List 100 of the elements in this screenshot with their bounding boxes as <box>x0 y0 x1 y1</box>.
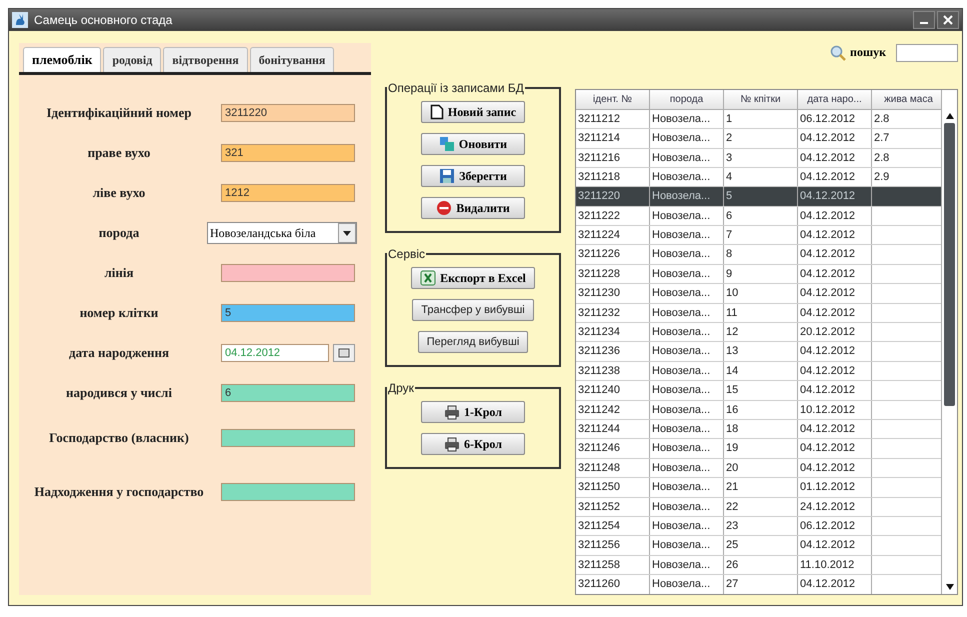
table-cell: Новозела... <box>650 323 724 342</box>
table-cell: 1 <box>724 110 798 128</box>
action-button[interactable]: 6-Крол <box>421 433 525 455</box>
table-row[interactable]: 3211260 Новозела... 27 04.12.2012 <box>576 575 941 594</box>
column-header[interactable]: № кпітки <box>724 90 798 109</box>
group-title: Друк <box>387 381 415 395</box>
table-cell: 10.12.2012 <box>798 400 872 419</box>
table-row[interactable]: 3211250 Новозела... 21 01.12.2012 <box>576 478 941 498</box>
breed-dropdown[interactable]: Новозеландська біла <box>207 222 357 244</box>
action-button[interactable]: Трансфер у вибувші <box>412 299 534 321</box>
tab[interactable]: родовід <box>103 47 162 72</box>
table-cell: 3211240 <box>576 381 650 400</box>
window-title: Самець основного стада <box>34 13 172 27</box>
scrollbar[interactable] <box>941 90 957 594</box>
table-cell: 4 <box>724 168 798 186</box>
table-cell: 7 <box>724 226 798 244</box>
table-cell: 06.12.2012 <box>798 516 872 536</box>
table-cell: 3211258 <box>576 556 650 574</box>
table-cell: 3211222 <box>576 206 650 226</box>
table-cell: 3211250 <box>576 478 650 497</box>
tab[interactable]: племоблік <box>23 47 102 72</box>
table-cell: Новозела... <box>650 400 724 419</box>
calendar-icon <box>338 348 350 358</box>
table-cell: Новозела... <box>650 245 724 264</box>
scroll-thumb[interactable] <box>944 122 955 406</box>
input-field[interactable] <box>221 429 355 447</box>
action-button[interactable]: Новий запис <box>420 101 526 123</box>
table-cell: 3211218 <box>576 168 650 186</box>
tab[interactable]: бонітування <box>250 47 334 72</box>
table-cell: 20 <box>724 458 798 478</box>
action-button[interactable]: Перегляд вибувші <box>418 331 528 353</box>
refresh-icon <box>438 136 455 152</box>
table-cell: Новозела... <box>650 420 724 438</box>
table-cell: Новозела... <box>650 110 724 128</box>
table-cell: 04.12.2012 <box>798 245 872 264</box>
input-field[interactable]: 3211220 <box>221 104 355 122</box>
field-label: Надходження у господарство <box>33 484 205 500</box>
table-cell: 3211230 <box>576 284 650 303</box>
input-field[interactable] <box>221 483 355 501</box>
table-cell: 10 <box>724 284 798 303</box>
delete-icon <box>436 200 452 216</box>
input-field[interactable]: 1212 <box>221 184 355 202</box>
column-header[interactable]: ідент. № <box>576 90 650 109</box>
minimize-button[interactable] <box>913 11 935 29</box>
table-cell: Новозела... <box>650 381 724 400</box>
close-icon <box>942 14 954 26</box>
table-row[interactable]: 3211242 Новозела... 16 10.12.2012 <box>576 400 941 420</box>
action-button[interactable]: Оновити <box>421 133 525 155</box>
table-row[interactable]: 3211252 Новозела... 22 24.12.2012 <box>576 498 941 517</box>
table-row[interactable]: 3211254 Новозела... 23 06.12.2012 <box>576 516 941 536</box>
table-cell: 9 <box>724 264 798 284</box>
minimize-icon <box>920 22 928 24</box>
search-label: пошук <box>850 45 886 60</box>
table-cell: 15 <box>724 381 798 400</box>
column-header[interactable]: жива маса <box>872 90 941 109</box>
spreadsheet-icon <box>420 270 436 286</box>
action-button[interactable]: 1-Крол <box>421 401 525 423</box>
rabbit-icon <box>12 12 28 28</box>
table-cell: 04.12.2012 <box>798 536 872 555</box>
table-cell: 3211244 <box>576 420 650 438</box>
table-cell: 06.12.2012 <box>798 110 872 128</box>
table-cell: 11 <box>724 304 798 322</box>
table-cell: 04.12.2012 <box>798 168 872 186</box>
input-field[interactable] <box>221 264 355 282</box>
table-cell: 04.12.2012 <box>798 304 872 322</box>
action-button[interactable]: Експорт в Excel <box>411 267 535 289</box>
table-row[interactable]: 3211246 Новозела... 19 04.12.2012 <box>576 439 941 459</box>
table-cell: 3 <box>724 148 798 167</box>
table-row[interactable]: 3211248 Новозела... 20 04.12.2012 <box>576 458 941 478</box>
column-header[interactable]: дата наро... <box>798 90 872 109</box>
action-button[interactable]: Зберегти <box>421 165 525 187</box>
table-row[interactable]: 3211258 Новозела... 26 11.10.2012 <box>576 556 941 576</box>
close-button[interactable] <box>937 11 959 29</box>
field-label: Ідентифікаційний номер <box>45 105 193 121</box>
action-button[interactable]: Видалити <box>421 197 525 219</box>
calendar-button[interactable] <box>333 344 355 362</box>
table-cell: 6 <box>724 206 798 226</box>
table-cell: Новозела... <box>650 168 724 186</box>
date-field[interactable]: 04.12.2012 <box>221 344 329 362</box>
table-cell: Новозела... <box>650 536 724 555</box>
column-header[interactable]: порода <box>650 90 724 109</box>
table-cell: Новозела... <box>650 226 724 244</box>
table-row[interactable]: 3211244 Новозела... 18 04.12.2012 <box>576 420 941 440</box>
table-row[interactable]: 3211256 Новозела... 25 04.12.2012 <box>576 536 941 556</box>
input-field[interactable]: 6 <box>221 384 355 402</box>
tab[interactable]: відтворення <box>163 47 248 72</box>
table-cell: Новозела... <box>650 556 724 574</box>
table-cell: 04.12.2012 <box>798 129 872 148</box>
table-cell: 13 <box>724 342 798 361</box>
table-cell: 3211248 <box>576 458 650 478</box>
table-row[interactable]: 3211212 Новозела... 1 06.12.2012 2.8 <box>576 110 941 130</box>
field-label: народився у числі <box>65 385 173 401</box>
search-field[interactable] <box>896 44 958 62</box>
table-cell: 3211232 <box>576 304 650 322</box>
input-field[interactable]: 321 <box>221 144 355 162</box>
table-row[interactable]: 3211220 Новозела... 5 04.12.2012 <box>576 187 941 207</box>
table-cell: Новозела... <box>650 439 724 458</box>
field-label: ліве вухо <box>92 185 146 201</box>
table-cell: 27 <box>724 575 798 594</box>
input-field[interactable]: 5 <box>221 304 355 322</box>
